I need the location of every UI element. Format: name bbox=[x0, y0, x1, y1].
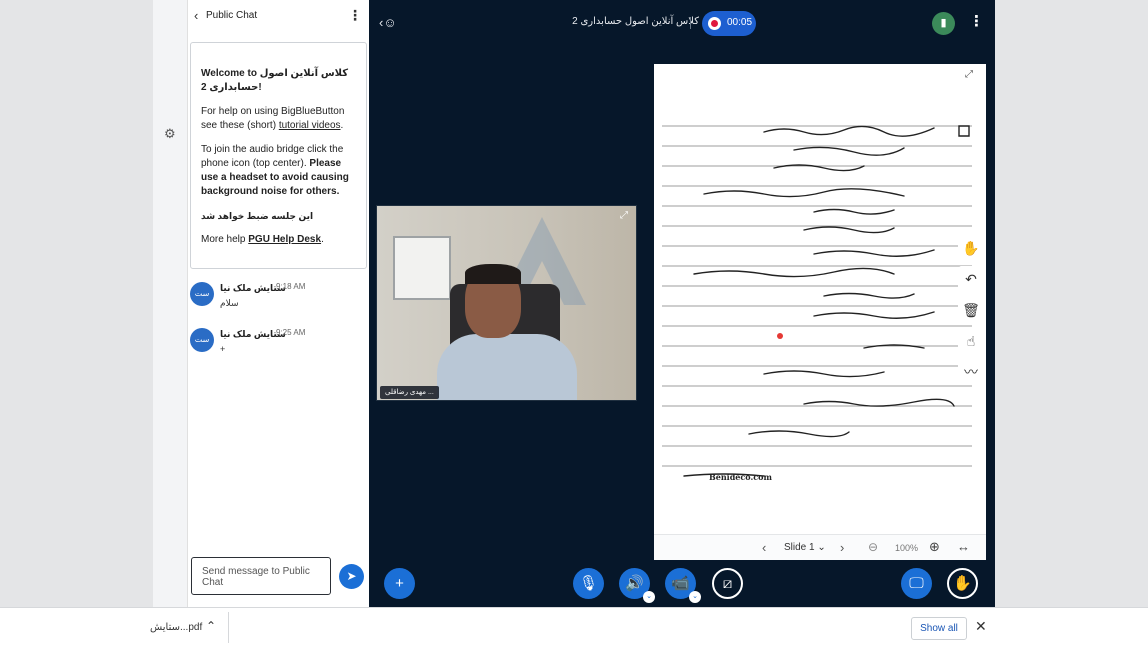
users-toggle-icon[interactable]: ‹☺ bbox=[379, 15, 397, 30]
record-icon bbox=[708, 17, 721, 30]
divider bbox=[690, 17, 691, 29]
recording-timer: 00:05 bbox=[727, 17, 753, 28]
public-chat-panel: ‹ Public Chat ⋮ Welcome to کلاس آنلاین ا… bbox=[188, 0, 369, 607]
divider bbox=[228, 612, 229, 643]
left-gutter bbox=[0, 0, 153, 607]
more-help-line: More help PGU Help Desk. bbox=[201, 234, 324, 245]
help-desk-link[interactable]: PGU Help Desk bbox=[248, 234, 321, 245]
recording-indicator[interactable]: 00:05 bbox=[702, 11, 756, 36]
recording-note: این جلسه ضبط خواهد شد bbox=[201, 211, 314, 221]
hand-tool-icon[interactable]: ✋ bbox=[958, 235, 984, 261]
audio-button[interactable]: 🔊 ⌄ bbox=[619, 568, 655, 603]
pointer-tool-icon[interactable]: ☝ bbox=[958, 328, 984, 354]
slide-watermark: Benideco.com bbox=[709, 472, 772, 482]
chevron-down-icon[interactable]: ⌄ bbox=[643, 591, 655, 603]
options-menu-icon[interactable]: ⋮ bbox=[969, 12, 984, 30]
avatar: ست bbox=[190, 282, 214, 306]
chat-message: ست ستایش ملک نیا 9:18 AM سلام bbox=[190, 280, 367, 320]
message-time: 9:18 AM bbox=[276, 282, 306, 291]
welcome-message: Welcome to کلاس آنلاین اصول حسابداری 2! … bbox=[190, 42, 367, 269]
chat-message: ست ستایش ملک نیا 9:25 AM + bbox=[190, 326, 367, 366]
meeting-main-area: ‹☺ کلاس آنلاین اصول حسابداری 2 00:05 ▮ ⋮… bbox=[369, 0, 995, 607]
handwritten-notes-page: Benideco.com bbox=[662, 125, 972, 482]
chat-title[interactable]: Public Chat bbox=[206, 10, 257, 21]
top-bar: ‹☺ کلاس آنلاین اصول حسابداری 2 00:05 ▮ ⋮ bbox=[369, 0, 995, 45]
download-shelf: ستایش...pdf ⌃ Show all ✕ bbox=[0, 607, 1148, 646]
meeting-title: کلاس آنلاین اصول حسابداری 2 bbox=[572, 16, 699, 27]
slide-selector[interactable]: Slide 1 ⌄ bbox=[784, 542, 826, 553]
presentation-toolbar: ‹ Slide 1 ⌄ › ⊖ 100% ⊕ ↔ bbox=[654, 534, 986, 560]
chat-options-icon[interactable]: ⋮ bbox=[348, 7, 362, 24]
welcome-line: Welcome to کلاس آنلاین اصول حسابداری 2! bbox=[201, 68, 349, 93]
webcam-video[interactable]: مهدی رضاقلی ... ⤢ bbox=[376, 205, 637, 401]
chevron-up-icon[interactable]: ⌃ bbox=[206, 619, 216, 633]
audio-line: To join the audio bridge click the phone… bbox=[201, 144, 349, 197]
whiteboard-in-video bbox=[393, 236, 451, 300]
chevron-left-icon[interactable]: ‹ bbox=[194, 8, 198, 23]
fit-to-width-button[interactable]: ↔ bbox=[957, 539, 970, 554]
message-text: سلام bbox=[220, 298, 239, 308]
presentation-toggle-button[interactable]: 🖵 bbox=[901, 568, 932, 599]
action-bar: + 🎙 🔊 ⌄ 📹 ⌄ ⧄ 🖵 ✋ bbox=[369, 566, 995, 603]
show-all-button[interactable]: Show all bbox=[911, 617, 967, 640]
raise-hand-button[interactable]: ✋ bbox=[947, 568, 978, 599]
downloaded-file-name[interactable]: ستایش...pdf bbox=[150, 622, 202, 633]
navigation-strip: ⚙ bbox=[153, 0, 188, 607]
zoom-out-button[interactable]: ⊖ bbox=[868, 540, 878, 554]
zoom-level: 100% bbox=[895, 543, 919, 553]
chevron-down-icon[interactable]: ⌄ bbox=[689, 591, 701, 603]
whiteboard-toolbar: ✋ ↶ 🗑 ☝ 〰 bbox=[958, 235, 984, 391]
zoom-in-button[interactable]: ⊕ bbox=[929, 539, 940, 555]
fullscreen-icon[interactable]: ⤢ bbox=[620, 210, 628, 221]
chat-message-input[interactable]: Send message to Public Chat bbox=[191, 557, 331, 595]
webcam-user-label: مهدی رضاقلی ... bbox=[380, 386, 439, 399]
settings-gear-icon[interactable]: ⚙ bbox=[164, 126, 176, 142]
message-text: + bbox=[220, 344, 226, 354]
tutorial-videos-link[interactable]: tutorial videos bbox=[279, 120, 341, 131]
person-hair bbox=[465, 264, 521, 284]
avatar: ست bbox=[190, 328, 214, 352]
connection-status-icon[interactable]: ▮ bbox=[932, 12, 955, 35]
help-line: For help on using BigBlueButton see thes… bbox=[201, 106, 345, 131]
right-gutter bbox=[995, 0, 1148, 607]
screen-share-button[interactable]: ⧄ bbox=[712, 568, 743, 599]
pen-tool-icon[interactable]: 〰 bbox=[958, 359, 984, 385]
trash-icon[interactable]: 🗑 bbox=[958, 297, 984, 323]
undo-icon[interactable]: ↶ bbox=[958, 266, 984, 292]
camera-button[interactable]: 📹 ⌄ bbox=[665, 568, 701, 603]
chat-header: ‹ Public Chat ⋮ bbox=[188, 6, 369, 28]
add-action-button[interactable]: + bbox=[384, 568, 415, 599]
close-icon[interactable]: ✕ bbox=[975, 618, 987, 635]
presentation-slide: ⤢ Benideco.com ‹ Slide 1 ⌄ › ⊖ 100% ⊕ ↔ bbox=[654, 64, 986, 560]
person-shirt bbox=[437, 334, 577, 400]
send-message-button[interactable]: ➤ bbox=[339, 564, 364, 589]
slide-fullscreen-icon[interactable]: ⤢ bbox=[965, 69, 973, 80]
microphone-button[interactable]: 🎙 bbox=[573, 568, 604, 599]
previous-slide-button[interactable]: ‹ bbox=[762, 540, 766, 555]
annotation-cursor bbox=[777, 333, 783, 339]
next-slide-button[interactable]: › bbox=[840, 540, 844, 555]
message-time: 9:25 AM bbox=[276, 328, 306, 337]
